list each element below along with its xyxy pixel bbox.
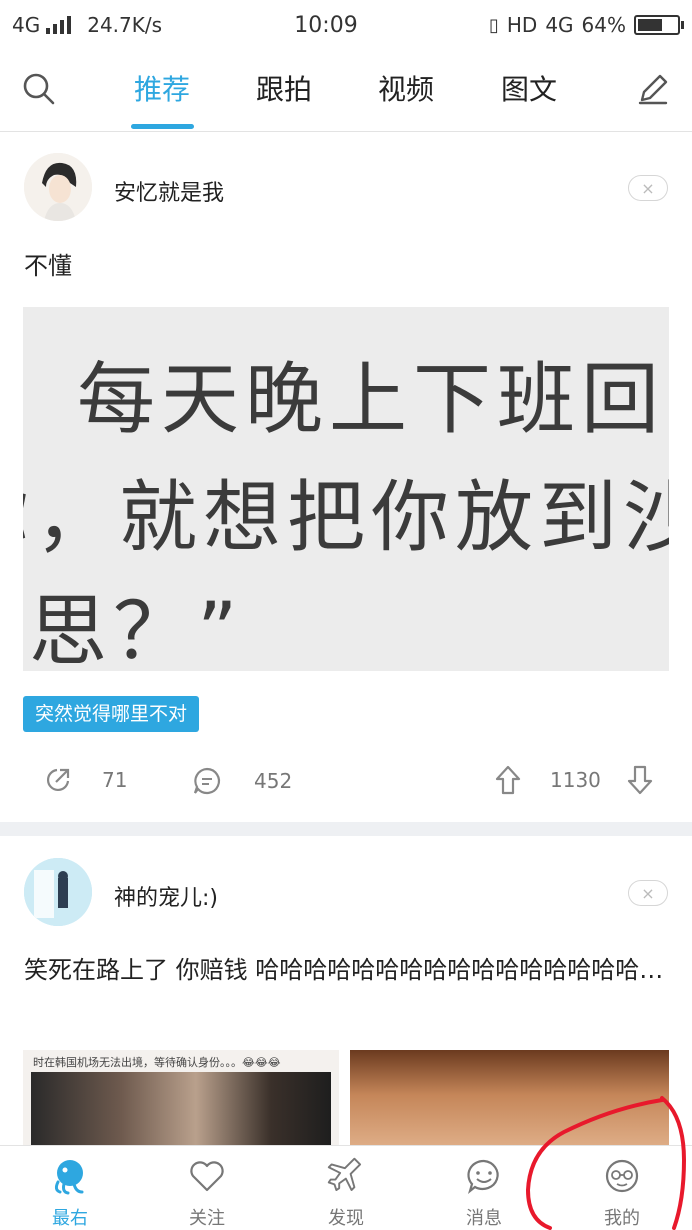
username[interactable]: 神的宠儿:) bbox=[114, 880, 218, 912]
nav-me[interactable]: 我的 bbox=[572, 1146, 672, 1230]
tab-follow-shoot[interactable]: 跟拍 bbox=[256, 70, 312, 110]
upvote-count: 1130 bbox=[550, 768, 601, 792]
image-text-line: 思？” bbox=[29, 587, 244, 671]
close-button[interactable]: × bbox=[628, 880, 668, 906]
image-text-line: 每天晚上下班回家 bbox=[77, 355, 669, 445]
share-icon bbox=[46, 768, 70, 792]
nav-label: 我的 bbox=[604, 1208, 640, 1229]
upvote-button[interactable]: 1130 bbox=[494, 764, 601, 796]
feed-divider bbox=[0, 822, 692, 836]
post-text: 不懂 bbox=[24, 252, 72, 280]
nav-label: 最右 bbox=[52, 1208, 88, 1229]
post-actions: 71 452 1130 bbox=[0, 760, 692, 804]
image-caption: 时在韩国机场无法出境，等待确认身份。。。😂😂😂 bbox=[33, 1056, 281, 1069]
post-image[interactable]: 时在韩国机场无法出境，等待确认身份。。。😂😂😂 bbox=[23, 1050, 339, 1150]
topic-tag[interactable]: 突然觉得哪里不对 bbox=[23, 696, 200, 732]
network-type: 4G bbox=[12, 13, 41, 37]
bottom-nav: 最右 关注 发现 消息 我的 bbox=[0, 1145, 692, 1230]
zuiyou-logo-icon bbox=[54, 1160, 84, 1195]
signal-icon bbox=[46, 16, 72, 34]
nav-discover[interactable]: 发现 bbox=[296, 1146, 396, 1230]
active-tab-indicator bbox=[131, 124, 194, 129]
share-count: 71 bbox=[102, 768, 128, 792]
heart-icon bbox=[190, 1161, 224, 1192]
post-text: 笑死在路上了 你赔钱 哈哈哈哈哈哈哈哈哈哈哈哈哈哈哈哈… bbox=[24, 956, 664, 984]
vibrate-icon: ▯ bbox=[488, 14, 499, 36]
battery-percent: 64% bbox=[581, 13, 626, 37]
nav-messages[interactable]: 消息 bbox=[434, 1146, 534, 1230]
avatar[interactable] bbox=[24, 153, 92, 221]
network-type-2: 4G bbox=[545, 13, 574, 37]
post-image[interactable] bbox=[350, 1050, 669, 1150]
network-speed: 24.7K/s bbox=[87, 13, 163, 37]
nav-zuiyou[interactable]: 最右 bbox=[20, 1146, 120, 1230]
tab-video[interactable]: 视频 bbox=[378, 70, 434, 110]
comment-button[interactable]: 452 bbox=[192, 766, 292, 796]
status-bar: 4G 24.7K/s 10:09 ▯ HD 4G 64% bbox=[0, 0, 692, 50]
comment-icon bbox=[193, 767, 221, 795]
nav-follow[interactable]: 关注 bbox=[157, 1146, 257, 1230]
nav-label: 消息 bbox=[466, 1208, 502, 1229]
share-button[interactable]: 71 bbox=[44, 766, 127, 794]
close-button[interactable]: × bbox=[628, 175, 668, 201]
avatar[interactable] bbox=[24, 858, 92, 926]
nav-label: 关注 bbox=[189, 1208, 225, 1229]
username[interactable]: 安忆就是我 bbox=[114, 175, 224, 207]
hd-label: HD bbox=[506, 13, 538, 37]
image-photo bbox=[31, 1072, 331, 1150]
image-text-line: 你，就想把你放到沙 bbox=[23, 473, 669, 563]
face-icon bbox=[605, 1159, 639, 1193]
comment-count: 452 bbox=[254, 769, 293, 793]
status-right: ▯ HD 4G 64% bbox=[420, 13, 684, 37]
message-smile-icon bbox=[467, 1159, 499, 1195]
plane-icon bbox=[327, 1157, 362, 1192]
battery-icon bbox=[634, 15, 684, 35]
edit-icon[interactable] bbox=[636, 72, 670, 106]
arrow-down-icon bbox=[627, 765, 653, 795]
clock: 10:09 bbox=[294, 12, 358, 38]
arrow-up-icon bbox=[495, 765, 521, 795]
tab-recommend[interactable]: 推荐 bbox=[134, 70, 190, 110]
downvote-button[interactable] bbox=[626, 764, 654, 796]
tab-image-text[interactable]: 图文 bbox=[501, 70, 557, 110]
search-icon[interactable] bbox=[22, 72, 56, 106]
top-nav: 推荐 跟拍 视频 图文 bbox=[0, 50, 692, 132]
nav-label: 发现 bbox=[328, 1208, 364, 1229]
post-image[interactable]: 每天晚上下班回家 你，就想把你放到沙 思？” bbox=[23, 307, 669, 671]
